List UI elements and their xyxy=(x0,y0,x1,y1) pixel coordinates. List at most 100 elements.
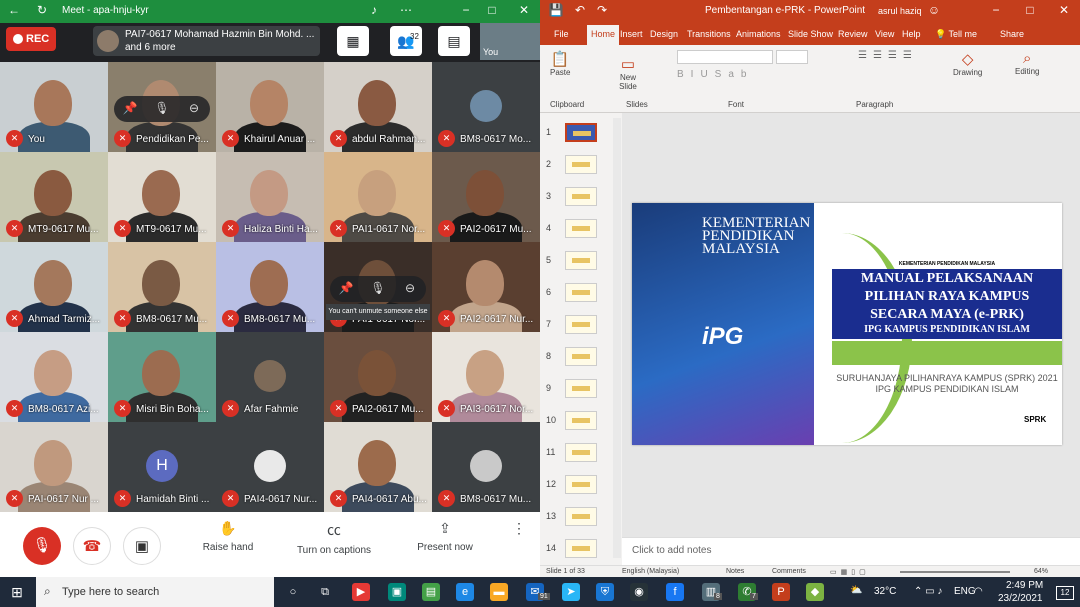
share-button[interactable]: Share xyxy=(1000,29,1024,39)
zoom-level[interactable]: 64% xyxy=(1034,568,1048,575)
meet-app-icon[interactable]: ▣ xyxy=(388,583,406,601)
new-slide-button[interactable]: ▭ New Slide xyxy=(616,55,640,91)
participant-tile[interactable]: ✕ PAI4-0617 Nur... xyxy=(216,422,324,512)
tab-review[interactable]: Review xyxy=(838,29,868,39)
people-button[interactable]: 👥 32 xyxy=(390,26,422,56)
close-icon[interactable]: ✕ xyxy=(516,3,532,17)
facebook-icon[interactable]: f xyxy=(666,583,684,601)
participant-tile[interactable]: ✕ PAI2-0617 Mu... xyxy=(432,152,540,242)
layout-button[interactable]: ▦ xyxy=(337,26,369,56)
slide-thumbnail[interactable] xyxy=(565,475,597,494)
tab-help[interactable]: Help xyxy=(902,29,921,39)
participant-tile[interactable]: H ✕ Hamidah Binti ... xyxy=(108,422,216,512)
participant-tile[interactable]: ✕PAI1-0617 Nor...📌🎙⊖You can't unmute som… xyxy=(324,242,432,332)
slide-thumbnail[interactable] xyxy=(565,219,597,238)
slide-thumbnail[interactable] xyxy=(565,283,597,302)
mic-off-button[interactable]: 🎙 xyxy=(23,527,61,565)
participant-tile[interactable]: ✕ MT9-0617 Mu... xyxy=(108,152,216,242)
participant-tile[interactable]: ✕ PAI4-0617 Abu... xyxy=(324,422,432,512)
slide-thumbnail[interactable] xyxy=(565,539,597,558)
slide-thumbnail[interactable] xyxy=(565,507,597,526)
participant-tile[interactable]: ✕ MT9-0617 Mu... xyxy=(0,152,108,242)
participant-tile[interactable]: ✕ PAI3-0617 Nor... xyxy=(432,332,540,422)
slide-thumbnail[interactable] xyxy=(565,187,597,206)
close-icon[interactable]: ✕ xyxy=(1056,3,1072,17)
participant-tile[interactable]: ✕ Afar Fahmie xyxy=(216,332,324,422)
back-icon[interactable]: ← xyxy=(6,3,22,17)
mic-icon[interactable]: 🎙 xyxy=(152,101,172,115)
tab-home[interactable]: Home xyxy=(587,25,620,45)
raise-hand-button[interactable]: ✋ Raise hand xyxy=(188,520,268,553)
classroom-icon[interactable]: ▤ xyxy=(422,583,440,601)
pin-icon[interactable]: 📌 xyxy=(336,281,356,295)
view-buttons[interactable]: ▭▦▯▢ xyxy=(830,568,870,576)
font-size-box[interactable] xyxy=(776,50,808,64)
font-name-box[interactable] xyxy=(677,50,773,64)
participant-tile[interactable]: ✕ BM8-0617 Mu... xyxy=(108,242,216,332)
notes-button[interactable]: Notes xyxy=(726,568,744,575)
slide-thumbnail[interactable] xyxy=(565,123,597,142)
edge-icon[interactable]: e xyxy=(456,583,474,601)
maximize-icon[interactable]: □ xyxy=(1022,3,1038,17)
tab-file[interactable]: File xyxy=(554,29,569,39)
participant-tile[interactable]: ✕ BM8-0617 Azi... xyxy=(0,332,108,422)
font-format-buttons[interactable]: BIUSab xyxy=(677,69,753,80)
thumbnails-scrollbar[interactable] xyxy=(613,118,621,558)
minimize-icon[interactable]: − xyxy=(458,3,474,17)
temperature[interactable]: 32°C xyxy=(874,586,896,597)
paste-button[interactable]: 📋 Paste xyxy=(550,50,570,77)
slide-thumbnail[interactable] xyxy=(565,411,597,430)
slide-thumbnail[interactable] xyxy=(565,315,597,334)
tab-slide-show[interactable]: Slide Show xyxy=(788,29,833,39)
tab-transitions[interactable]: Transitions xyxy=(687,29,731,39)
save-icon[interactable]: 💾 xyxy=(548,3,564,17)
remove-icon[interactable]: ⊖ xyxy=(184,101,204,115)
pin-icon[interactable]: 📌 xyxy=(120,101,140,115)
clock-date[interactable]: 23/2/2021 xyxy=(998,593,1043,604)
chat-button[interactable]: ▤ xyxy=(438,26,470,56)
participant-tile[interactable]: ✕ PAI-0617 Nur ... xyxy=(0,422,108,512)
participant-tile[interactable]: ✕ Misri Bin Boha... xyxy=(108,332,216,422)
file-explorer-icon[interactable]: ▬ xyxy=(490,583,508,601)
slide-thumbnail[interactable] xyxy=(565,443,597,462)
participant-tile[interactable]: ✕ PAI2-0617 Nur... xyxy=(432,242,540,332)
slide-thumbnail[interactable] xyxy=(565,379,597,398)
participant-tile[interactable]: ✕ Ahmad Tarmiz... xyxy=(0,242,108,332)
participant-tile[interactable]: ✕ PAI1-0617 Nor... xyxy=(324,152,432,242)
tab-insert[interactable]: Insert xyxy=(620,29,643,39)
wifi-icon[interactable]: ◠ xyxy=(974,586,983,597)
windows-start-icon[interactable]: ⊞ xyxy=(8,583,26,601)
notes-pane[interactable]: Click to add notes xyxy=(622,537,1080,565)
paragraph-buttons[interactable]: ☰☰☰☰ xyxy=(858,50,918,61)
slide-thumbnail[interactable] xyxy=(565,347,597,366)
defender-icon[interactable]: ⛨ xyxy=(596,583,614,601)
maximize-icon[interactable]: □ xyxy=(484,3,500,17)
remove-icon[interactable]: ⊖ xyxy=(400,281,420,295)
minimize-icon[interactable]: − xyxy=(988,3,1004,17)
slide-thumbnail[interactable] xyxy=(565,155,597,174)
tell-me-search[interactable]: 💡 Tell me xyxy=(935,29,977,40)
user-avatar-icon[interactable]: ☺ xyxy=(926,3,942,17)
hangup-button[interactable]: ☎ xyxy=(73,527,111,565)
more-icon[interactable]: ⋯ xyxy=(398,3,414,17)
participant-tile[interactable]: ✕ PAI2-0617 Mu... xyxy=(324,332,432,422)
redo-icon[interactable]: ↷ xyxy=(594,3,610,17)
participant-tile[interactable]: ✕ BM8-0617 Mo... xyxy=(432,62,540,152)
clock-time[interactable]: 2:49 PM xyxy=(1006,580,1043,591)
notification-badge[interactable]: 12 xyxy=(1056,586,1074,600)
cortana-icon[interactable]: ○ xyxy=(284,583,302,601)
captions-button[interactable]: ㏄ Turn on captions xyxy=(294,520,374,556)
refresh-icon[interactable]: ↻ xyxy=(34,3,50,17)
zoom-slider[interactable] xyxy=(900,571,1010,573)
task-view-icon[interactable]: ⧉ xyxy=(316,583,334,601)
youtube-icon[interactable]: ▶ xyxy=(352,583,370,601)
tab-view[interactable]: View xyxy=(875,29,894,39)
presenting-info[interactable]: PAI7-0617 Mohamad Hazmin Bin Mohd. ... a… xyxy=(93,26,320,56)
mic-icon[interactable]: 🎙 xyxy=(368,281,388,295)
drawing-button[interactable]: ◇ Drawing xyxy=(953,50,982,77)
powerpoint-icon[interactable]: P xyxy=(772,583,790,601)
participant-tile[interactable]: ✕ You xyxy=(0,62,108,152)
editing-button[interactable]: ⌕ Editing xyxy=(1015,50,1039,76)
participant-tile[interactable]: ✕ abdul Rahman... xyxy=(324,62,432,152)
language-indicator[interactable]: ENG xyxy=(954,586,976,597)
